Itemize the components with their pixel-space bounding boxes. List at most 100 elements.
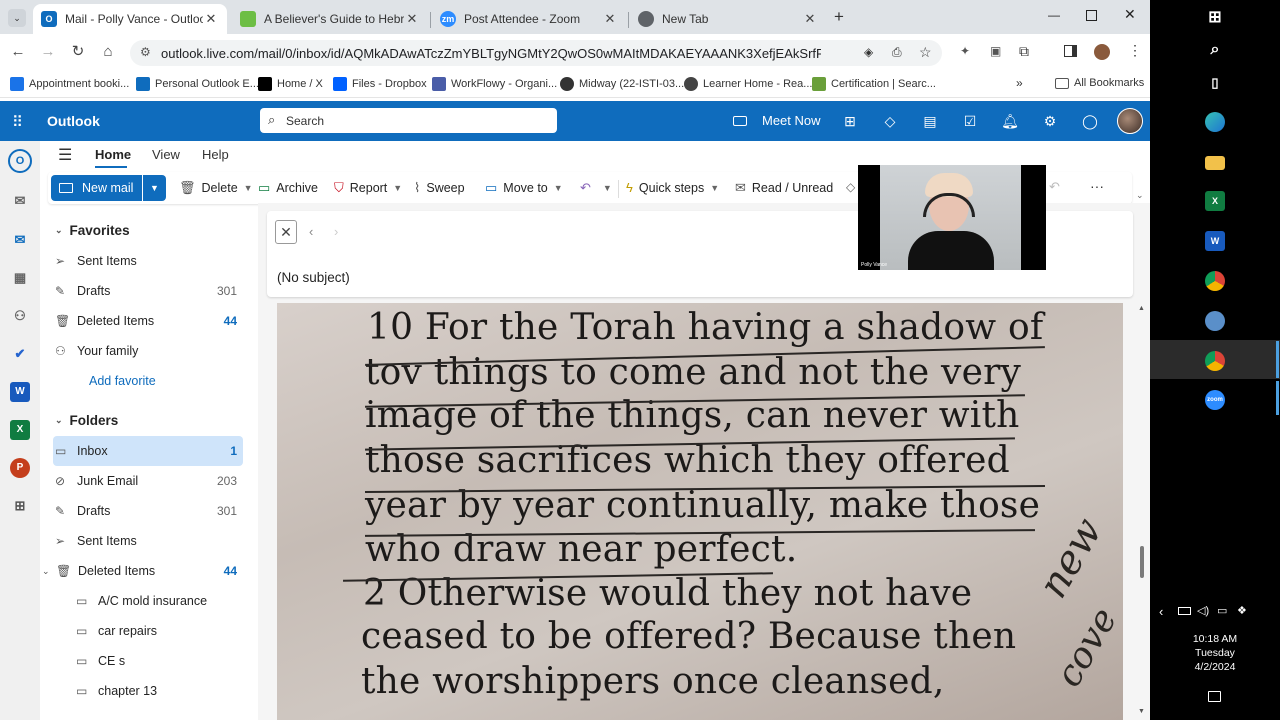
new-mail-button[interactable]: New mail: [51, 175, 142, 201]
report-button[interactable]: ⛉ Report ▼: [334, 180, 402, 196]
bell-icon[interactable]: 🔔︎: [1001, 112, 1019, 130]
word-icon[interactable]: ▤: [921, 112, 939, 130]
ribbon-collapse-icon[interactable]: ⌄: [1136, 190, 1144, 201]
browser-tab-zoom[interactable]: zm Post Attendee - Zoom ✕: [432, 4, 626, 34]
favorite-deleted-items[interactable]: 🗑︎ Deleted Items 44: [53, 306, 243, 336]
message-scrollbar[interactable]: ▲ ▼: [1136, 303, 1148, 720]
home-icon[interactable]: ⌂: [98, 42, 118, 62]
bookmark-item[interactable]: Certification | Searc...: [812, 77, 936, 91]
all-bookmarks[interactable]: All Bookmarks: [1055, 77, 1144, 89]
bookmark-item[interactable]: Home / X: [258, 77, 323, 91]
notification-icon[interactable]: [1208, 691, 1221, 702]
excel-icon[interactable]: X: [1205, 191, 1225, 211]
folder-ac-mold-insurance[interactable]: ▭ A/C mold insurance: [74, 586, 244, 616]
zoom-video-window[interactable]: Polly Vance: [858, 165, 1046, 270]
system-clock[interactable]: 10:18 AM Tuesday 4/2/2024: [1150, 632, 1280, 674]
calendar-icon[interactable]: ▦: [10, 268, 30, 288]
edge-icon[interactable]: [1205, 112, 1225, 132]
mail-icon[interactable]: ✉: [10, 230, 30, 250]
search-icon[interactable]: ⌕: [1205, 40, 1225, 60]
favorite-your-family[interactable]: ⚇ Your family: [53, 336, 243, 366]
show-hidden-icons[interactable]: ‹: [1159, 604, 1163, 619]
people-icon[interactable]: ⚇: [10, 306, 30, 326]
network-icon[interactable]: ▭: [1217, 604, 1227, 617]
favorite-sent-items[interactable]: ➢ Sent Items: [53, 246, 243, 276]
browser-tab-outlook[interactable]: O Mail - Polly Vance - Outlook ✕: [33, 4, 227, 34]
bookmark-item[interactable]: WorkFlowy - Organi...: [432, 77, 557, 91]
restore-icon[interactable]: [1086, 10, 1097, 21]
account-avatar[interactable]: [1117, 108, 1143, 134]
todo-icon[interactable]: ✔: [10, 344, 30, 364]
bookmark-item[interactable]: Midway (22-ISTI-03...: [560, 77, 684, 91]
star-icon[interactable]: ☆: [919, 44, 932, 61]
tab-view[interactable]: View: [152, 147, 180, 162]
new-mail-dropdown[interactable]: ▼: [143, 175, 166, 201]
back-icon[interactable]: ←: [8, 42, 28, 62]
archive-button[interactable]: ▭ Archive: [258, 180, 318, 196]
close-message-icon[interactable]: ✕: [275, 220, 297, 244]
windows-start-icon[interactable]: ⊞: [1205, 8, 1225, 28]
folder-junk-email[interactable]: ⊘ Junk Email 203: [53, 466, 243, 496]
scroll-down-icon[interactable]: ▼: [1138, 708, 1145, 715]
more-bookmarks-icon[interactable]: »: [1016, 76, 1023, 90]
new-tab-button[interactable]: +: [830, 7, 848, 27]
folder-sent-items[interactable]: ➢ Sent Items: [53, 526, 243, 556]
word-icon[interactable]: W: [1205, 231, 1225, 251]
add-favorite-link[interactable]: Add favorite: [53, 366, 243, 396]
outlook-app-icon[interactable]: O: [8, 149, 32, 173]
close-window-icon[interactable]: ✕: [1124, 6, 1136, 23]
next-message-icon[interactable]: ›: [334, 224, 338, 239]
scroll-up-icon[interactable]: ▲: [1138, 305, 1145, 312]
quick-steps-button[interactable]: ϟ Quick steps ▼: [626, 180, 719, 195]
browser-tab-new-tab[interactable]: New Tab ✕: [630, 4, 826, 34]
folders-header[interactable]: ⌄ Folders: [55, 413, 118, 428]
word-icon[interactable]: W: [10, 382, 30, 402]
sweep-button[interactable]: ⌇ Sweep: [414, 180, 465, 196]
folder-inbox[interactable]: ▭ Inbox 1: [53, 436, 243, 466]
file-explorer-icon[interactable]: [1205, 156, 1225, 170]
close-tab-icon[interactable]: ✕: [802, 11, 818, 27]
eye-icon[interactable]: ◈: [864, 45, 873, 59]
tag-icon[interactable]: ◇: [846, 180, 855, 194]
more-actions-icon[interactable]: ···: [1090, 178, 1104, 194]
move-to-button[interactable]: ▭ Move to ▼: [485, 180, 563, 196]
chrome-icon[interactable]: [1205, 271, 1225, 291]
close-tab-icon[interactable]: ✕: [404, 11, 420, 27]
site-info-icon[interactable]: ⚙: [140, 45, 151, 59]
bookmark-item[interactable]: Appointment booki...: [10, 77, 129, 91]
task-view-icon[interactable]: ▯: [1205, 73, 1225, 93]
apps-icon[interactable]: ⊞: [10, 496, 30, 516]
hamburger-icon[interactable]: ☰: [58, 145, 72, 165]
close-tab-icon[interactable]: ✕: [602, 11, 618, 27]
folder-drafts[interactable]: ✎ Drafts 301: [53, 496, 243, 526]
read-unread-button[interactable]: ✉ Read / Unread: [735, 180, 833, 196]
sidepanel-icon[interactable]: [1064, 45, 1077, 57]
puzzle-icon[interactable]: ⧉: [1019, 43, 1029, 60]
browser-tab-hebrew-guide[interactable]: A Believer's Guide to Hebrew Fr ✕: [232, 4, 428, 34]
diamond-icon[interactable]: ◇: [881, 112, 899, 130]
undo-icon[interactable]: ↶: [1049, 179, 1060, 195]
bookmark-item[interactable]: Learner Home - Rea...: [684, 77, 812, 91]
gear-icon[interactable]: ⚙: [1041, 112, 1059, 130]
edit-mail-icon[interactable]: ✉: [10, 191, 30, 211]
search-input[interactable]: ⌕ Search: [260, 108, 557, 133]
reply-button[interactable]: ↶ ▼: [580, 180, 612, 196]
close-tab-icon[interactable]: ✕: [203, 11, 219, 27]
reload-icon[interactable]: ↻: [68, 42, 88, 62]
forward-icon[interactable]: →: [38, 42, 58, 62]
install-icon[interactable]: ⎙: [892, 45, 902, 60]
bookmark-item[interactable]: Files - Dropbox: [333, 77, 427, 91]
chrome-icon[interactable]: [1205, 351, 1225, 371]
zoom-icon[interactable]: zoom: [1205, 390, 1225, 410]
app-launcher-icon[interactable]: ⠿: [12, 113, 23, 131]
teams-icon[interactable]: ⊞: [841, 112, 859, 130]
scroll-thumb[interactable]: [1140, 546, 1144, 578]
snipping-tool-icon[interactable]: [1205, 311, 1225, 331]
powerpoint-icon[interactable]: P: [10, 458, 30, 478]
tab-search-icon[interactable]: ⌄: [8, 9, 26, 27]
menu-icon[interactable]: ⋮: [1128, 42, 1142, 59]
folder-deleted-items[interactable]: ⌄ 🗑︎ Deleted Items 44: [42, 556, 243, 586]
omnibox[interactable]: ⚙ outlook.live.com/mail/0/inbox/id/AQMkA…: [130, 40, 942, 66]
folder-ce-s[interactable]: ▭ CE s: [74, 646, 244, 676]
extension-icon-2[interactable]: ▣: [990, 44, 1001, 58]
